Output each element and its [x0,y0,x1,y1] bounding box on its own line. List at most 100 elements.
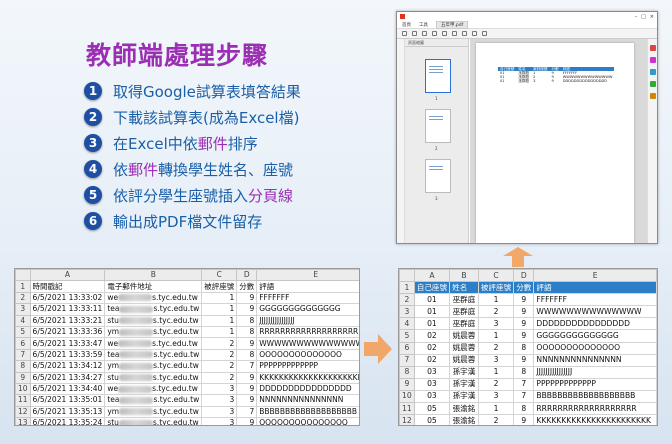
score-cell[interactable]: 8 [513,402,535,416]
timestamp-cell[interactable]: 6/5/2021 13:33:47 [29,337,106,350]
email-cell[interactable]: tea s.tyc.edu.tw [104,303,203,316]
header-cell[interactable]: 評語 [256,280,359,293]
header-cell[interactable]: 自己座號 [413,281,451,295]
page-thumbnail[interactable] [425,109,451,143]
comment-cell[interactable]: DDDDDDDDDDDDDDDD [256,382,359,396]
column-header[interactable]: D [513,269,535,283]
prev-page-icon[interactable] [442,31,447,36]
score-cell[interactable]: 9 [236,337,258,350]
timestamp-cell[interactable]: 6/5/2021 13:35:24 [29,417,106,425]
seat-cell[interactable]: 2 [201,360,238,373]
score-cell[interactable]: 9 [236,417,258,425]
header-cell[interactable]: 評語 [533,281,657,295]
name-cell[interactable]: 巫群庭 [449,293,479,307]
timestamp-cell[interactable]: 6/5/2021 13:35:01 [29,394,106,407]
score-cell[interactable]: 9 [236,382,258,396]
row-number[interactable]: 11 [399,402,415,416]
row-number[interactable]: 5 [15,325,31,339]
header-cell[interactable]: 電子郵件地址 [104,280,203,293]
timestamp-cell[interactable]: 6/5/2021 13:34:12 [29,360,106,373]
row-number[interactable]: 6 [399,341,415,355]
timestamp-cell[interactable]: 6/5/2021 13:34:40 [29,382,106,396]
hand-tool-icon[interactable] [462,31,467,36]
column-header[interactable]: A [29,269,106,282]
own-seat-cell[interactable]: 02 [413,353,451,367]
close-icon[interactable]: × [650,14,654,20]
row-number[interactable]: 8 [15,360,31,373]
score-cell[interactable]: 7 [236,360,258,373]
comment-cell[interactable]: WWWWWWWWWWWWWW [533,305,657,319]
seat-cell[interactable]: 1 [201,325,238,339]
score-cell[interactable]: 9 [513,329,535,343]
comment-cell[interactable]: FFFFFFF [256,291,359,305]
own-seat-cell[interactable]: 03 [413,389,451,404]
column-header[interactable]: D [236,269,258,282]
score-cell[interactable]: 8 [236,314,258,327]
own-seat-cell[interactable]: 05 [413,414,451,425]
comment-cell[interactable]: OOOOOOOOOOOOOO [533,341,657,355]
menu-tools[interactable]: 工具 [419,22,428,28]
score-cell[interactable]: 9 [513,305,535,319]
score-cell[interactable]: 8 [236,348,258,362]
row-number[interactable]: 7 [399,353,415,367]
seat-cell[interactable]: 2 [201,337,238,350]
minimize-icon[interactable]: – [635,14,638,20]
column-header[interactable]: E [533,269,657,283]
score-cell[interactable]: 9 [513,293,535,307]
rated-seat-cell[interactable]: 3 [477,317,515,331]
own-seat-cell[interactable]: 03 [413,365,451,379]
comment-cell[interactable]: JJJJJJJJJJJJJJJJ [256,314,359,327]
search-icon[interactable] [432,31,437,36]
score-cell[interactable]: 9 [513,414,535,425]
rated-seat-cell[interactable]: 1 [477,365,515,379]
own-seat-cell[interactable]: 02 [413,341,451,355]
comment-icon[interactable] [650,69,656,75]
comment-cell[interactable]: DDDDDDDDDDDDDDDD [533,317,657,331]
row-number[interactable]: 5 [399,329,415,343]
row-number[interactable]: 2 [15,291,31,305]
row-number[interactable]: 12 [15,405,31,419]
zoom-out-icon[interactable] [472,31,477,36]
email-cell[interactable]: we s.tyc.edu.tw [104,382,203,396]
fill-sign-icon[interactable] [650,93,656,99]
comment-cell[interactable]: PPPPPPPPPPPPP [256,360,359,373]
email-cell[interactable]: ym s.tyc.edu.tw [104,405,203,419]
column-header[interactable]: C [477,269,515,283]
score-cell[interactable]: 9 [236,291,258,305]
score-cell[interactable]: 7 [236,405,258,419]
seat-cell[interactable]: 1 [201,303,238,316]
timestamp-cell[interactable]: 6/5/2021 13:33:02 [29,291,106,305]
header-cell[interactable]: 分數 [513,281,535,295]
email-cell[interactable]: stu s.tyc.edu.tw [104,314,203,327]
own-seat-cell[interactable]: 01 [413,305,451,319]
comment-cell[interactable]: KKKKKKKKKKKKKKKKKKKKKKK [256,371,359,384]
name-cell[interactable]: 孫宇漢 [449,389,479,404]
email-cell[interactable]: stu s.tyc.edu.tw [104,417,203,425]
comment-cell[interactable]: BBBBBBBBBBBBBBBBBBB [256,405,359,419]
seat-cell[interactable]: 2 [201,371,238,384]
email-cell[interactable]: ym s.tyc.edu.tw [104,360,203,373]
column-header[interactable]: A [413,269,451,283]
row-number[interactable]: 12 [399,414,415,425]
comment-cell[interactable]: WWWWWWWWWWWWWW [256,337,359,350]
email-cell[interactable]: we s.tyc.edu.tw [104,291,203,305]
row-number[interactable]: 3 [399,305,415,319]
name-cell[interactable]: 張渝銘 [449,402,479,416]
timestamp-cell[interactable]: 6/5/2021 13:33:21 [29,314,106,327]
row-number[interactable]: 8 [399,365,415,379]
score-cell[interactable]: 8 [236,325,258,339]
own-seat-cell[interactable]: 05 [413,402,451,416]
row-number[interactable]: 2 [399,293,415,307]
own-seat-cell[interactable]: 01 [413,317,451,331]
rated-seat-cell[interactable]: 1 [477,293,515,307]
score-cell[interactable]: 8 [513,365,535,379]
row-number[interactable]: 11 [15,394,31,407]
score-cell[interactable]: 9 [236,303,258,316]
comment-cell[interactable]: NNNNNNNNNNNNNNN [533,353,657,367]
row-number[interactable]: 4 [399,317,415,331]
column-header[interactable]: B [104,269,203,282]
row-number[interactable]: 13 [15,417,31,425]
own-seat-cell[interactable]: 03 [413,377,451,391]
comment-cell[interactable]: KKKKKKKKKKKKKKKKKKKKKKK [533,414,657,425]
seat-cell[interactable]: 2 [201,348,238,362]
